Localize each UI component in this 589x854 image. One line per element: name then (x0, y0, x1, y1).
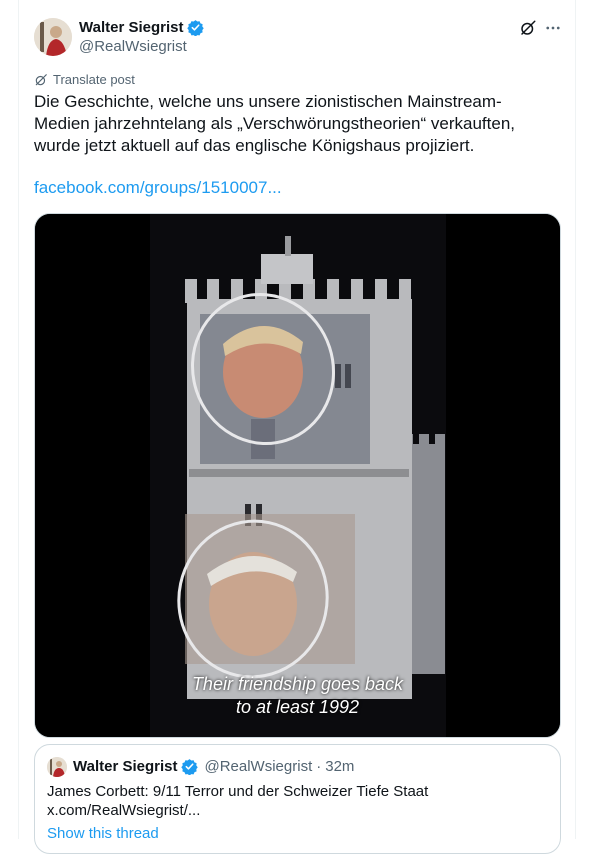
translate-post-button[interactable]: Translate post (34, 72, 135, 87)
quoted-post[interactable]: Walter Siegrist @RealWsiegrist · 32m Jam… (34, 744, 561, 854)
video-frame (35, 214, 560, 737)
quote-separator: · (316, 758, 322, 775)
verified-badge-icon (181, 759, 199, 775)
video-caption-line1: Their friendship goes back (191, 674, 404, 694)
quote-author-handle: @RealWsiegrist (204, 758, 313, 775)
post-text: Die Geschichte, welche uns unsere zionis… (34, 92, 515, 155)
video-caption-line2: to at least 1992 (235, 697, 360, 717)
grok-icon[interactable] (519, 19, 537, 37)
quote-author-avatar (47, 757, 67, 777)
quote-text-line2: x.com/RealWsiegrist/... (47, 802, 201, 819)
author-name[interactable]: Walter Siegrist (79, 19, 183, 36)
more-icon[interactable] (544, 19, 562, 37)
quote-author-name: Walter Siegrist (73, 758, 178, 775)
verified-badge-icon (187, 20, 205, 36)
post-video[interactable]: Their friendship goes back to at least 1… (34, 213, 561, 738)
quote-text-line1: James Corbett: 9/11 Terror und der Schwe… (47, 783, 429, 800)
translate-label: Translate post (53, 72, 135, 87)
quote-time: 32m (325, 758, 355, 775)
post-link[interactable]: facebook.com/groups/1510007... (34, 178, 282, 198)
show-thread-link[interactable]: Show this thread (47, 825, 159, 842)
translate-icon (35, 73, 47, 85)
author-avatar[interactable] (34, 18, 72, 56)
author-handle[interactable]: @RealWsiegrist (79, 38, 187, 55)
